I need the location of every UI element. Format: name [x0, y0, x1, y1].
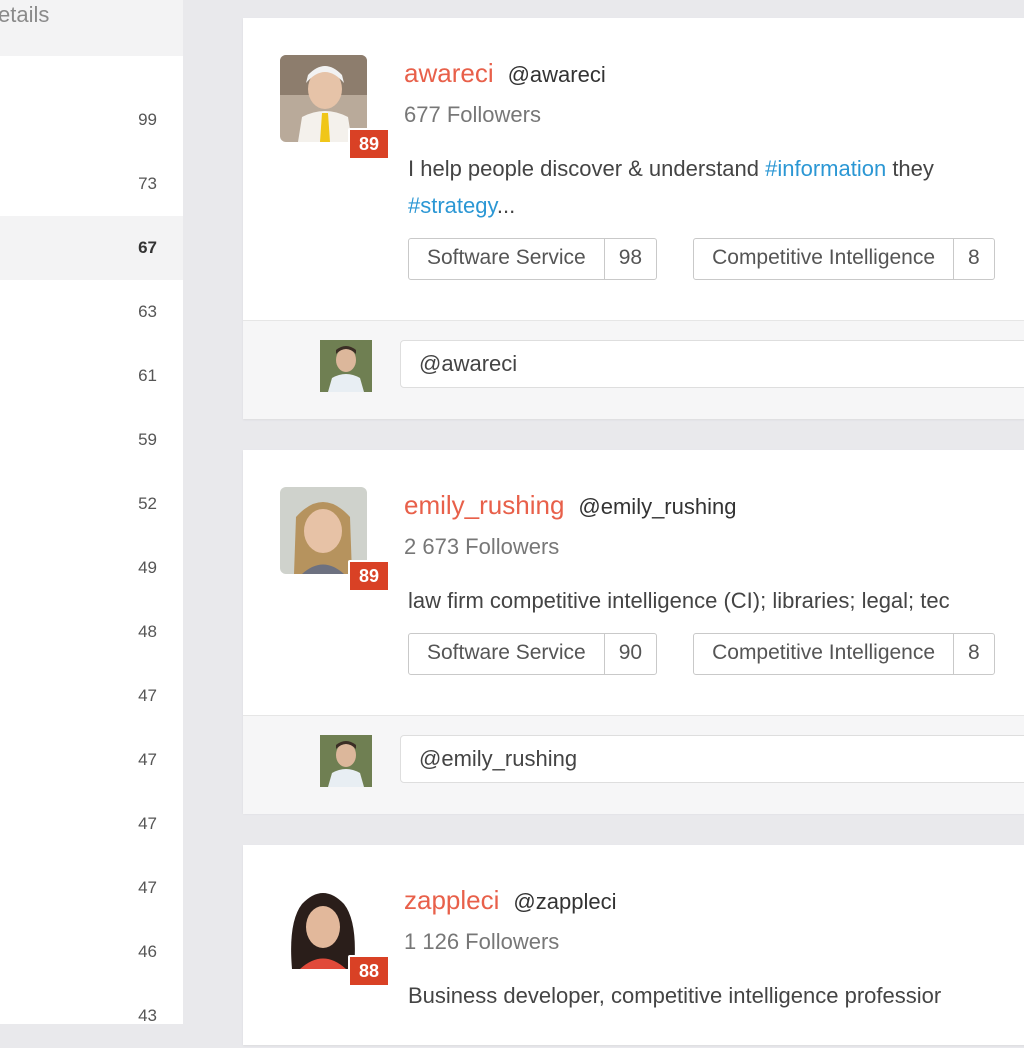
- user-handle: @zappleci: [513, 889, 617, 914]
- user-name[interactable]: zappleci: [404, 885, 499, 915]
- sidebar-list: 99 73 67 63 61 59 52 49 48 47 47 47 47 4…: [0, 88, 183, 1048]
- sidebar-count: 47: [138, 814, 157, 833]
- topic-tags: Software Service 90 Competitive Intelligen…: [408, 633, 1024, 675]
- sidebar-count: 61: [138, 366, 157, 385]
- user-name-link[interactable]: emily_rushing @emily_rushing: [404, 490, 736, 521]
- user-name[interactable]: emily_rushing: [404, 490, 564, 520]
- bio-text: they: [886, 156, 934, 181]
- sidebar-count: 49: [138, 558, 157, 577]
- sidebar: etails 99 73 67 63 61 59 52 49 48 47 47 …: [0, 0, 183, 1025]
- tag-label: Software Service: [427, 641, 586, 664]
- sidebar-row[interactable]: 47: [0, 728, 183, 792]
- my-avatar-image: [320, 340, 372, 392]
- sidebar-row[interactable]: 47: [0, 792, 183, 856]
- tag-label: Software Service: [427, 246, 586, 269]
- user-bio: Business developer, competitive intellig…: [408, 977, 941, 1014]
- my-avatar: [320, 735, 372, 787]
- sidebar-count: 46: [138, 942, 157, 961]
- tag-score: 8: [953, 239, 994, 279]
- tag-score: 90: [603, 634, 656, 674]
- bio-line: law firm competitive intelligence (CI); …: [408, 588, 950, 613]
- reply-input[interactable]: @emily_rushing: [400, 735, 1024, 783]
- sidebar-count: 99: [138, 110, 157, 129]
- sidebar-row[interactable]: 61: [0, 344, 183, 408]
- tag-label: Competitive Intelligence: [712, 641, 936, 664]
- topic-tag[interactable]: Software Service 90: [408, 633, 658, 675]
- sidebar-row[interactable]: 52: [0, 472, 183, 536]
- influencer-card: 89 emily_rushing @emily_rushing 2 673 Fol…: [243, 450, 1024, 814]
- reply-input[interactable]: @awareci: [400, 340, 1024, 388]
- bio-text: ...: [496, 193, 516, 218]
- user-name[interactable]: awareci: [404, 58, 494, 88]
- sidebar-row[interactable]: 63: [0, 280, 183, 344]
- score-badge: 89: [348, 560, 390, 592]
- hashtag-link[interactable]: #strategy: [408, 193, 497, 218]
- sidebar-row[interactable]: 47: [0, 664, 183, 728]
- topic-tag[interactable]: Competitive Intelligence 8: [693, 238, 995, 280]
- user-name-link[interactable]: zappleci @zappleci: [404, 885, 616, 916]
- tag-score: 98: [603, 239, 656, 279]
- sidebar-count: 47: [138, 750, 157, 769]
- reply-bar: @awareci: [243, 320, 1024, 419]
- user-handle: @awareci: [507, 62, 606, 87]
- sidebar-count: 48: [138, 622, 157, 641]
- tag-label: Competitive Intelligence: [712, 246, 936, 269]
- score-badge: 89: [348, 128, 390, 160]
- score-badge: 88: [348, 955, 390, 987]
- sidebar-count: 43: [138, 1006, 157, 1025]
- sidebar-count: 73: [138, 174, 157, 193]
- sidebar-row[interactable]: 73: [0, 152, 183, 216]
- sidebar-row[interactable]: 49: [0, 536, 183, 600]
- user-bio: I help people discover & understand #inf…: [408, 150, 934, 224]
- my-avatar: [320, 340, 372, 392]
- sidebar-row[interactable]: 43: [0, 984, 183, 1048]
- sidebar-header: etails: [0, 0, 183, 56]
- sidebar-count: 59: [138, 430, 157, 449]
- sidebar-count: 52: [138, 494, 157, 513]
- sidebar-count: 63: [138, 302, 157, 321]
- sidebar-row-active[interactable]: 67: [0, 216, 183, 280]
- hashtag-link[interactable]: #information: [765, 156, 886, 181]
- topic-tag[interactable]: Software Service 98: [408, 238, 658, 280]
- sidebar-row[interactable]: 48: [0, 600, 183, 664]
- reply-bar: @emily_rushing: [243, 715, 1024, 814]
- topic-tags: Software Service 98 Competitive Intelligen…: [408, 238, 1024, 280]
- sidebar-row[interactable]: 47: [0, 856, 183, 920]
- bio-text: I help people discover & understand: [408, 156, 766, 181]
- sidebar-count: 67: [138, 238, 157, 257]
- influencer-card: 89 awareci @awareci 677 Followers I help …: [243, 18, 1024, 419]
- user-handle: @emily_rushing: [578, 494, 737, 519]
- bio-line: I help people discover & understand #inf…: [408, 150, 934, 187]
- user-name-link[interactable]: awareci @awareci: [404, 58, 606, 89]
- sidebar-count: 47: [138, 878, 157, 897]
- followers-count: 1 126 Followers: [404, 929, 560, 954]
- topic-tag[interactable]: Competitive Intelligence 8: [693, 633, 995, 675]
- followers-count: 677 Followers: [404, 102, 541, 127]
- bio-line: #strategy...: [408, 187, 934, 224]
- user-bio: law firm competitive intelligence (CI); …: [408, 582, 950, 619]
- sidebar-row[interactable]: 99: [0, 88, 183, 152]
- followers-count: 2 673 Followers: [404, 534, 560, 559]
- sidebar-count: 47: [138, 686, 157, 705]
- sidebar-row[interactable]: 59: [0, 408, 183, 472]
- sidebar-row[interactable]: 46: [0, 920, 183, 984]
- tag-score: 8: [953, 634, 994, 674]
- sidebar-header-label: etails: [0, 2, 50, 27]
- bio-line: Business developer, competitive intellig…: [408, 983, 942, 1008]
- my-avatar-image: [320, 735, 372, 787]
- influencer-card: 88 zappleci @zappleci 1 126 Followers Bus…: [243, 845, 1024, 1045]
